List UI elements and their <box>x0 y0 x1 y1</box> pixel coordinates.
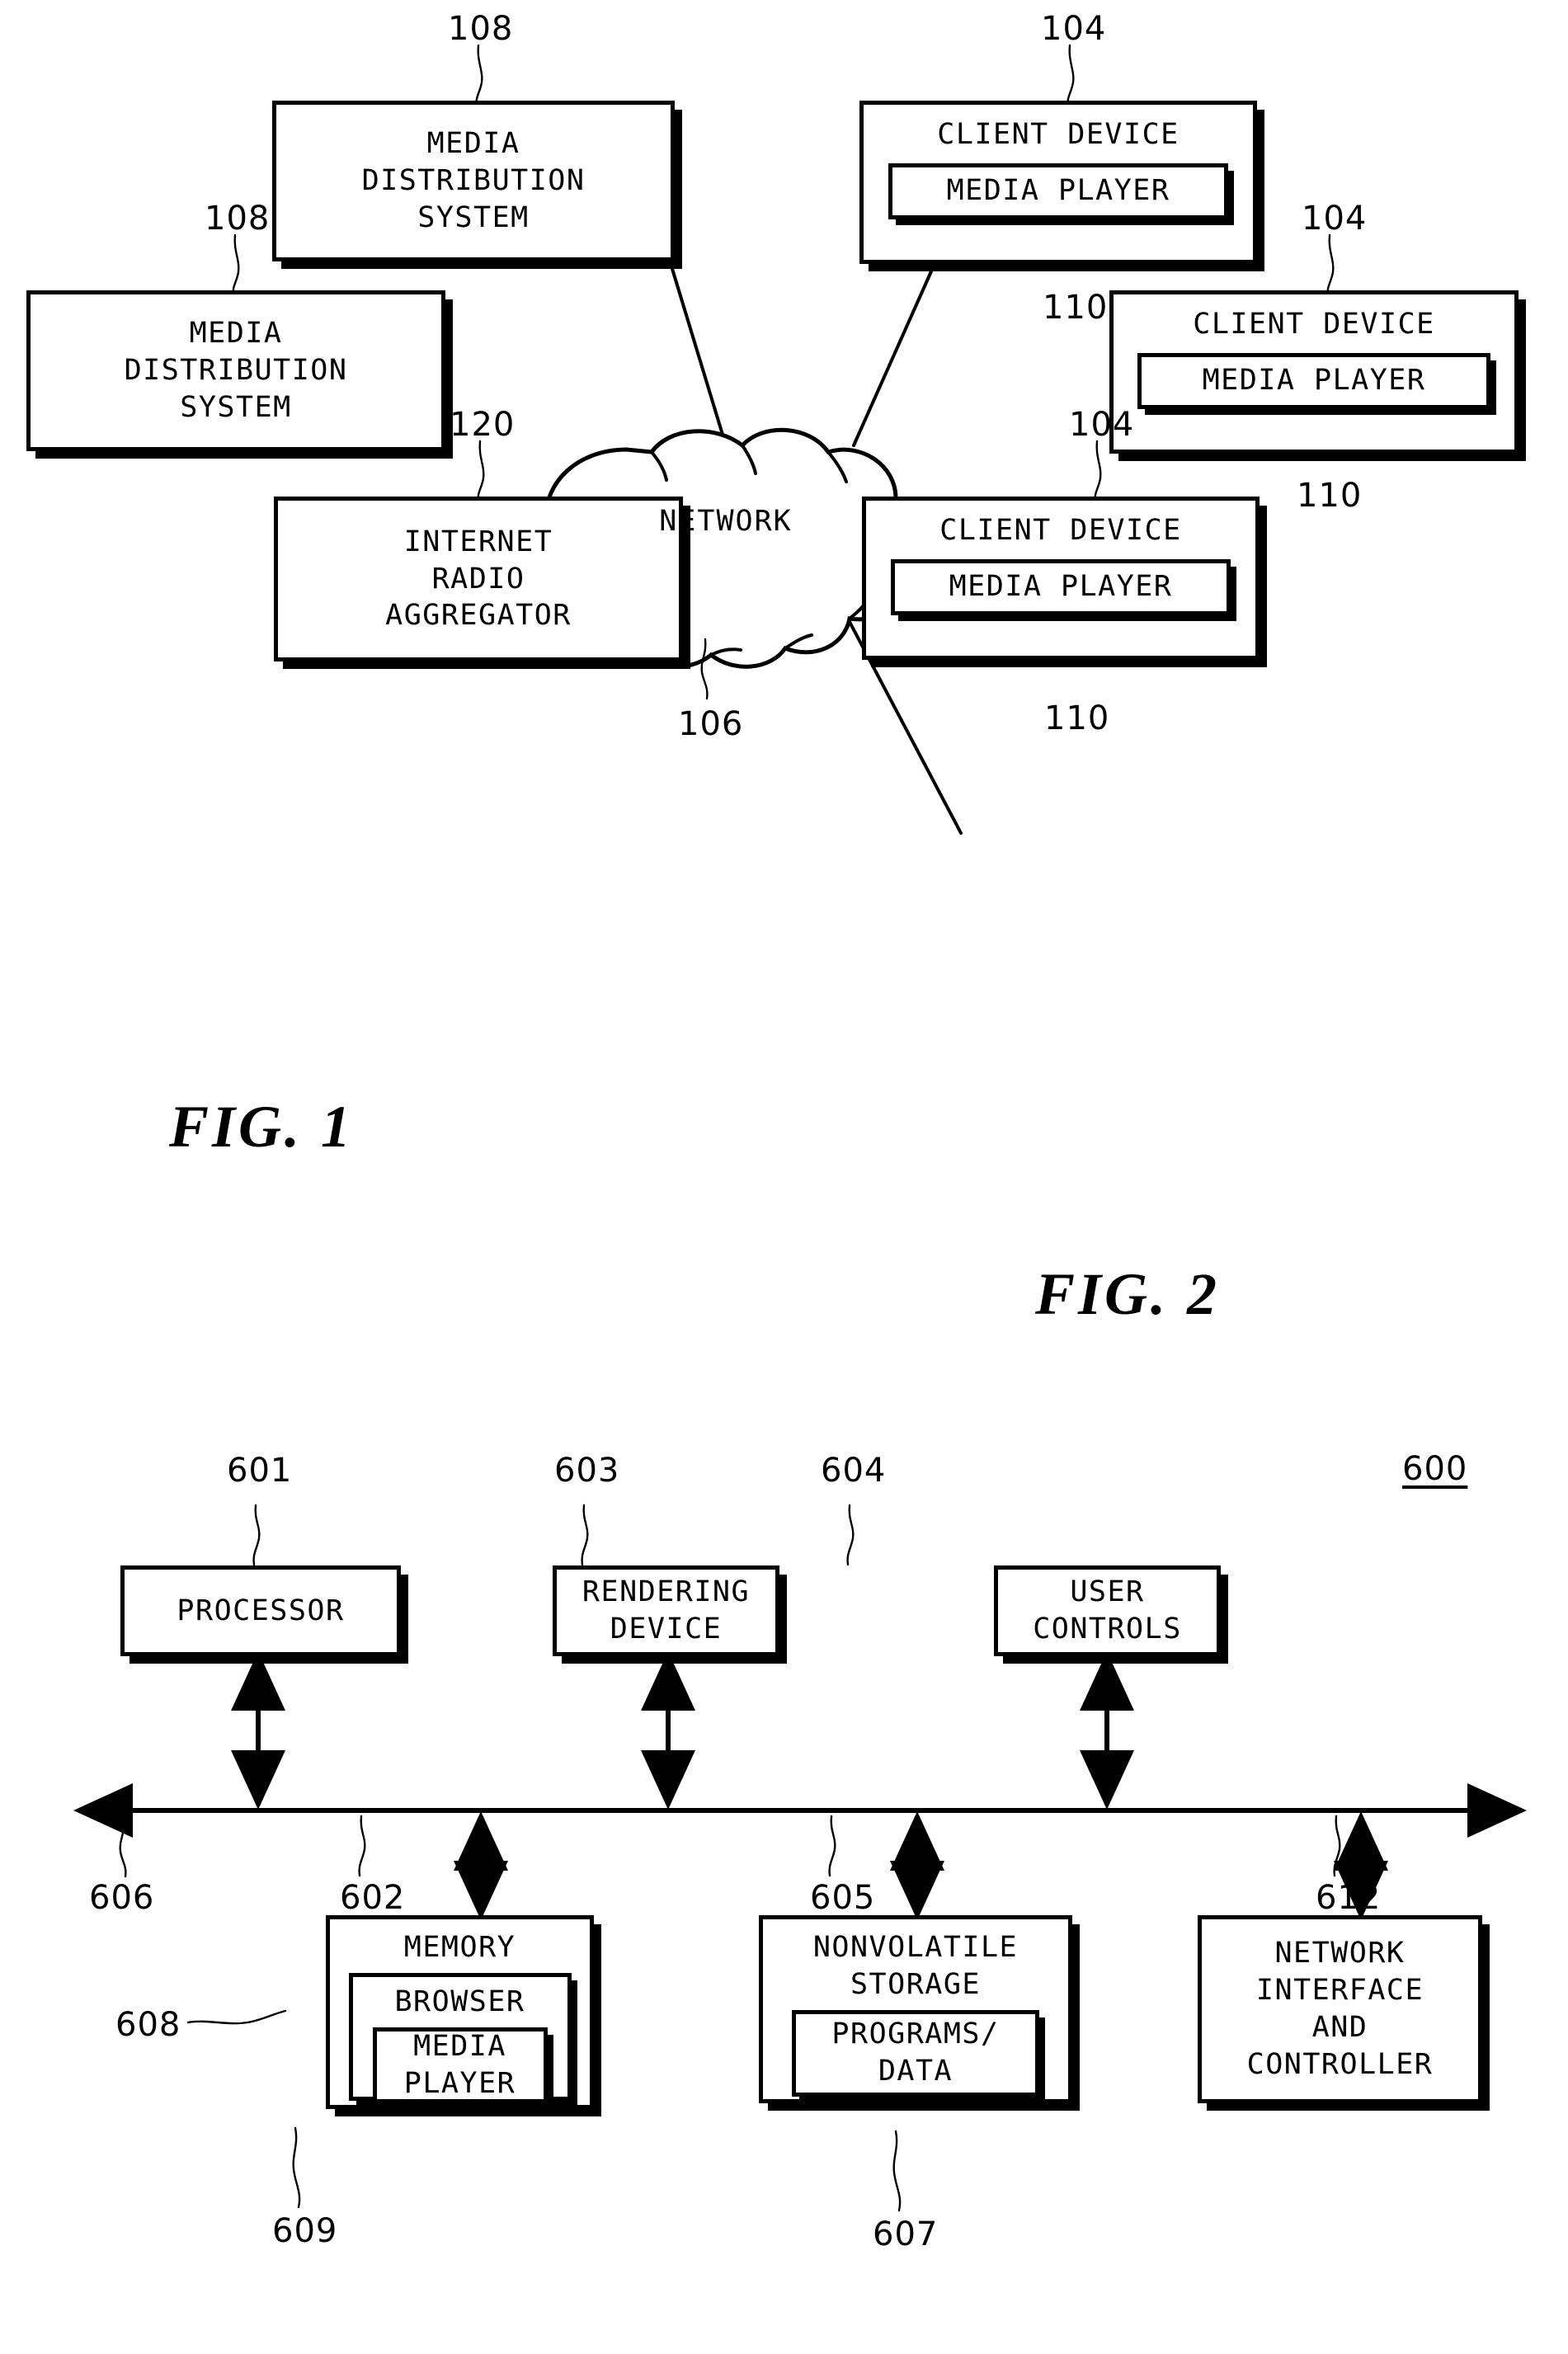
ref-110-top: 110 <box>1043 289 1109 327</box>
leader-104-mid <box>1326 233 1335 297</box>
ref-600-system: 600 <box>1402 1450 1468 1488</box>
client-device-top: CLIENT DEVICE MEDIA PLAYER <box>859 101 1257 264</box>
browser-label: BROWSER <box>394 1984 525 2018</box>
rendering-device-line1: RENDERING <box>582 1575 751 1609</box>
browser-box: BROWSER MEDIA PLAYER <box>348 1972 572 2103</box>
figure-1-caption: FIG. 1 <box>169 1094 355 1160</box>
processor-label: PROCESSOR <box>177 1594 345 1627</box>
mds-left-line1: MEDIA <box>189 317 283 351</box>
leader-106 <box>700 638 709 700</box>
leader-604 <box>846 1504 855 1566</box>
user-controls-line2: CONTROLS <box>1033 1612 1182 1645</box>
ref-605: 605 <box>810 1879 876 1917</box>
processor-box: PROCESSOR <box>120 1565 401 1656</box>
programs-data-line2: DATA <box>878 2055 954 2088</box>
media-player-memory-line1: MEDIA <box>413 2029 506 2063</box>
ref-106: 106 <box>678 705 744 743</box>
media-player-mid: MEDIA PLAYER <box>1137 352 1490 409</box>
memory-box: MEMORY BROWSER MEDIA PLAYER <box>326 1915 594 2109</box>
media-player-bot: MEDIA PLAYER <box>891 558 1231 615</box>
media-distribution-system-left: MEDIA DISTRIBUTION SYSTEM <box>26 290 445 451</box>
leader-608 <box>186 2009 287 2025</box>
leader-108-left <box>232 233 240 297</box>
ref-606-bus: 606 <box>89 1879 155 1917</box>
leader-601 <box>252 1504 261 1566</box>
media-player-memory-line2: PLAYER <box>403 2066 516 2100</box>
media-player-bot-label: MEDIA PLAYER <box>949 570 1173 604</box>
user-controls-box: USER CONTROLS <box>994 1565 1221 1656</box>
ira-line1: INTERNET <box>403 525 553 558</box>
media-player-memory-box: MEDIA PLAYER <box>372 2027 548 2103</box>
mds-left-line3: SYSTEM <box>180 390 292 424</box>
leader-602 <box>358 1815 366 1877</box>
leader-607 <box>892 2130 902 2212</box>
client-device-mid: CLIENT DEVICE MEDIA PLAYER <box>1109 290 1519 454</box>
nvstorage-line2: STORAGE <box>850 1967 981 2001</box>
nvstorage-line1: NONVOLATILE <box>812 1931 1019 1964</box>
client-device-bot: CLIENT DEVICE MEDIA PLAYER <box>862 497 1260 660</box>
network-label: NETWORK <box>659 505 793 538</box>
mds-top-line3: SYSTEM <box>417 200 530 234</box>
ira-line2: RADIO <box>431 562 525 596</box>
ref-108-top: 108 <box>448 10 514 48</box>
media-player-top-label: MEDIA PLAYER <box>946 174 1170 208</box>
ref-609-media-player: 609 <box>272 2212 338 2250</box>
leader-603 <box>581 1504 589 1566</box>
link-mds-top-to-network <box>668 259 727 447</box>
media-player-mid-label: MEDIA PLAYER <box>1202 364 1426 398</box>
ira-line3: AGGREGATOR <box>385 599 572 633</box>
mds-left-line2: DISTRIBUTION <box>124 354 348 388</box>
programs-data-box: PROGRAMS/ DATA <box>792 2009 1039 2097</box>
ref-110-bot: 110 <box>1044 699 1110 737</box>
ref-612: 612 <box>1316 1879 1382 1917</box>
internet-radio-aggregator: INTERNET RADIO AGGREGATOR <box>274 497 683 661</box>
leader-104-bot <box>1094 440 1102 503</box>
client-device-top-label: CLIENT DEVICE <box>937 118 1180 151</box>
netiface-line3: AND <box>1311 2011 1368 2044</box>
media-player-top: MEDIA PLAYER <box>888 162 1228 219</box>
ref-110-mid: 110 <box>1297 477 1363 515</box>
leader-108-top <box>475 44 483 107</box>
mds-top-line1: MEDIA <box>426 127 520 161</box>
leader-609 <box>292 2126 301 2209</box>
ref-608-browser: 608 <box>115 2006 181 2044</box>
ref-602: 602 <box>340 1879 406 1917</box>
ref-603: 603 <box>554 1452 620 1490</box>
netiface-line1: NETWORK <box>1274 1937 1406 1970</box>
memory-label: MEMORY <box>403 1931 516 1964</box>
mds-top-line2: DISTRIBUTION <box>361 164 586 198</box>
media-distribution-system-top: MEDIA DISTRIBUTION SYSTEM <box>272 101 675 261</box>
netiface-line4: CONTROLLER <box>1246 2047 1434 2081</box>
nonvolatile-storage-box: NONVOLATILE STORAGE PROGRAMS/ DATA <box>759 1915 1072 2103</box>
programs-data-line1: PROGRAMS/ <box>831 2017 1000 2051</box>
leader-605 <box>828 1815 836 1877</box>
rendering-device-line2: DEVICE <box>610 1612 723 1645</box>
figure-2-caption: FIG. 2 <box>1035 1261 1221 1327</box>
ref-104-mid: 104 <box>1302 200 1368 238</box>
ref-104-bot: 104 <box>1069 406 1135 444</box>
patent-figure-sheet: 108 MEDIA DISTRIBUTION SYSTEM 104 CLIENT… <box>0 0 1568 2354</box>
ref-108-left: 108 <box>205 200 271 238</box>
rendering-device-box: RENDERING DEVICE <box>553 1565 779 1656</box>
netiface-line2: INTERFACE <box>1255 1974 1424 2008</box>
leader-606 <box>119 1817 127 1878</box>
ref-104-top: 104 <box>1041 10 1107 48</box>
ref-120: 120 <box>450 406 516 444</box>
ref-607-programs-data: 607 <box>873 2215 939 2253</box>
leader-104-top <box>1067 44 1075 107</box>
user-controls-line1: USER <box>1070 1575 1145 1609</box>
ref-604: 604 <box>821 1452 887 1490</box>
link-client-top-to-network <box>852 262 936 447</box>
ref-601: 601 <box>227 1452 293 1490</box>
leader-120 <box>477 440 485 503</box>
client-device-bot-label: CLIENT DEVICE <box>939 514 1182 547</box>
leader-612 <box>1333 1815 1341 1877</box>
network-interface-controller-box: NETWORK INTERFACE AND CONTROLLER <box>1198 1915 1482 2103</box>
client-device-mid-label: CLIENT DEVICE <box>1193 308 1435 341</box>
